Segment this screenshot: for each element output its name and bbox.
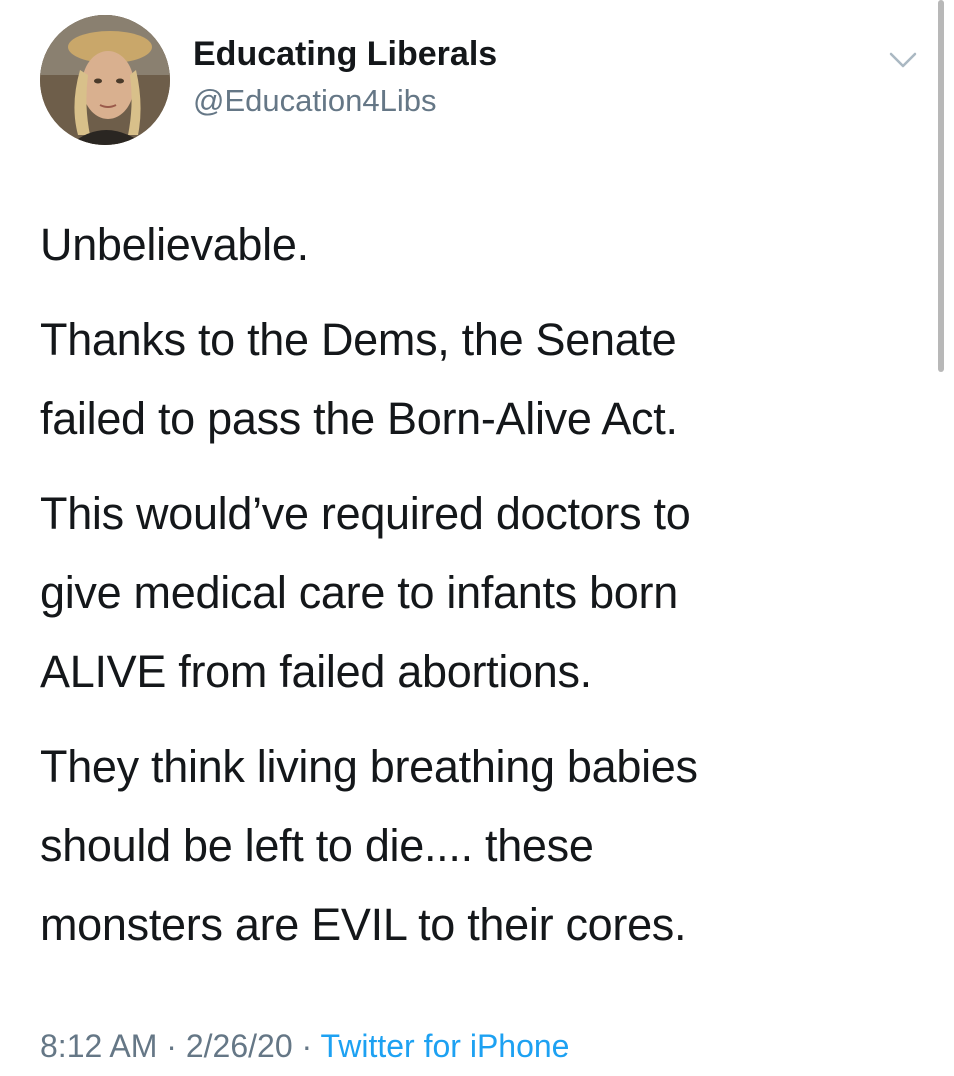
tweet-date[interactable]: 2/26/20 [186, 1028, 293, 1064]
tweet-line: should be left to die.... these [40, 820, 594, 871]
tweet-text: Unbelievable. Thanks to the Dems, the Se… [40, 205, 920, 980]
tweet-line: Unbelievable. [40, 219, 309, 270]
profile-photo-icon [40, 15, 170, 145]
tweet-paragraph: Unbelievable. [40, 205, 920, 284]
tweet-line: Thanks to the Dems, the Senate [40, 314, 677, 365]
tweet-meta: 8:12 AM · 2/26/20 · Twitter for iPhone [40, 1028, 569, 1065]
tweet-paragraph: This would’ve required doctors to give m… [40, 474, 920, 711]
tweet-time[interactable]: 8:12 AM [40, 1028, 157, 1064]
tweet-line: This would’ve required doctors to [40, 488, 691, 539]
scrollbar[interactable] [938, 0, 944, 372]
tweet-line: monsters are EVIL to their cores. [40, 899, 687, 950]
avatar[interactable] [40, 15, 170, 145]
tweet-paragraph: Thanks to the Dems, the Senate failed to… [40, 300, 920, 458]
tweet-source-link[interactable]: Twitter for iPhone [320, 1028, 569, 1064]
meta-separator: · [292, 1028, 321, 1064]
user-handle[interactable]: @Education4Libs [193, 83, 436, 119]
display-name[interactable]: Educating Liberals [193, 35, 497, 74]
tweet-paragraph: They think living breathing babies shoul… [40, 727, 920, 964]
tweet-line: give medical care to infants born [40, 567, 678, 618]
tweet-line: failed to pass the Born-Alive Act. [40, 393, 678, 444]
chevron-down-icon[interactable] [885, 44, 921, 74]
tweet-line: They think living breathing babies [40, 741, 698, 792]
tweet-line: ALIVE from failed abortions. [40, 646, 592, 697]
meta-separator: · [157, 1028, 186, 1064]
